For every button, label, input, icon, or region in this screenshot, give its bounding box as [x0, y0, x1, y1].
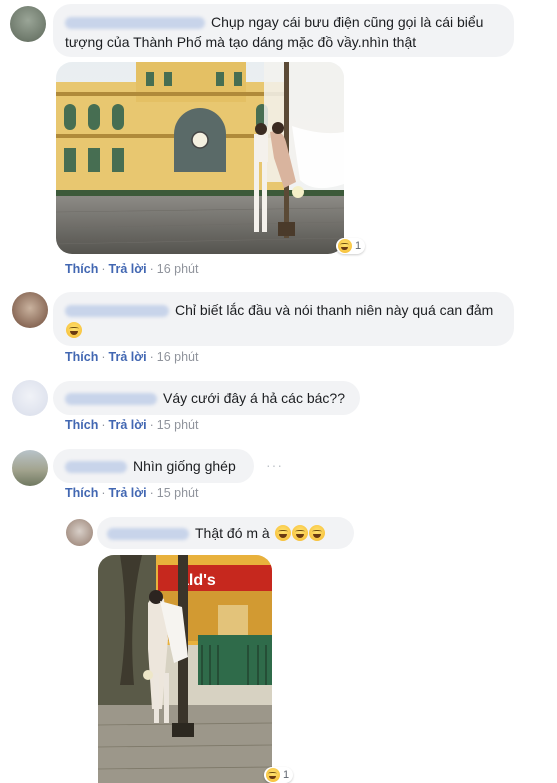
commenter-name[interactable] — [65, 17, 205, 30]
like-link[interactable]: Thích — [65, 486, 98, 500]
comment-time[interactable]: 15 phút — [157, 486, 199, 500]
comment-actions: Thích · Trả lời · 15 phút — [65, 486, 199, 500]
commenter-name[interactable] — [65, 305, 169, 318]
reply-link[interactable]: Trả lời — [109, 418, 147, 432]
replier-name[interactable] — [107, 528, 189, 541]
reply-link[interactable]: Trả lời — [109, 350, 147, 364]
comment-text: Nhìn giống ghép — [133, 458, 236, 474]
photo-reaction-badge[interactable]: 1 — [264, 767, 294, 783]
laughing-emoji-icon — [266, 768, 280, 782]
laughing-emoji-icon — [66, 322, 82, 338]
comment-actions: Thích · Trả lời · 16 phút — [65, 350, 199, 364]
comment-time[interactable]: 15 phút — [157, 418, 199, 432]
commenter-avatar[interactable] — [12, 380, 48, 416]
laughing-emoji-icon — [291, 525, 308, 541]
commenter-name[interactable] — [65, 461, 127, 474]
mcdonalds-street-photo: ald's — [98, 555, 272, 783]
reaction-count: 1 — [355, 240, 362, 252]
commenter-name[interactable] — [65, 393, 157, 406]
laughing-emoji-icon — [308, 525, 325, 541]
like-link[interactable]: Thích — [65, 418, 98, 432]
laughing-emoji-icon — [274, 525, 291, 541]
reply-link[interactable]: Trả lời — [109, 486, 147, 500]
reply-text: Thật đó m à — [195, 525, 270, 541]
reply-link[interactable]: Trả lời — [109, 262, 147, 276]
comment-bubble: Nhìn giống ghép — [53, 449, 254, 483]
comment-bubble: Váy cưới đây á hả các bác?? — [53, 381, 360, 415]
comment-time[interactable]: 16 phút — [157, 350, 199, 364]
reply-photo[interactable]: ald's — [98, 555, 272, 783]
comment-text: Chỉ biết lắc đầu và nói thanh niên này q… — [175, 302, 494, 318]
like-link[interactable]: Thích — [65, 262, 98, 276]
comment-actions: Thích · Trả lời · 16 phút — [65, 262, 199, 276]
more-options-icon[interactable]: ··· — [266, 457, 283, 473]
laughing-emoji-icon — [338, 239, 352, 253]
photo-reaction-badge[interactable]: 1 — [336, 238, 366, 254]
reply-avatar[interactable] — [66, 519, 93, 546]
comment-text: Váy cưới đây á hả các bác?? — [163, 390, 345, 406]
comment-photo[interactable] — [56, 62, 344, 254]
commenter-avatar[interactable] — [10, 6, 46, 42]
post-office-photo — [56, 62, 344, 254]
comment-time[interactable]: 16 phút — [157, 262, 199, 276]
commenter-avatar[interactable] — [12, 450, 48, 486]
reaction-count: 1 — [283, 769, 290, 781]
like-link[interactable]: Thích — [65, 350, 98, 364]
comment-bubble: Chỉ biết lắc đầu và nói thanh niên này q… — [53, 292, 514, 346]
reply-bubble: Thật đó m à — [97, 517, 354, 549]
comment-actions: Thích · Trả lời · 15 phút — [65, 418, 199, 432]
comment-bubble: Chụp ngay cái bưu điện cũng gọi là cái b… — [53, 4, 514, 57]
commenter-avatar[interactable] — [12, 292, 48, 328]
